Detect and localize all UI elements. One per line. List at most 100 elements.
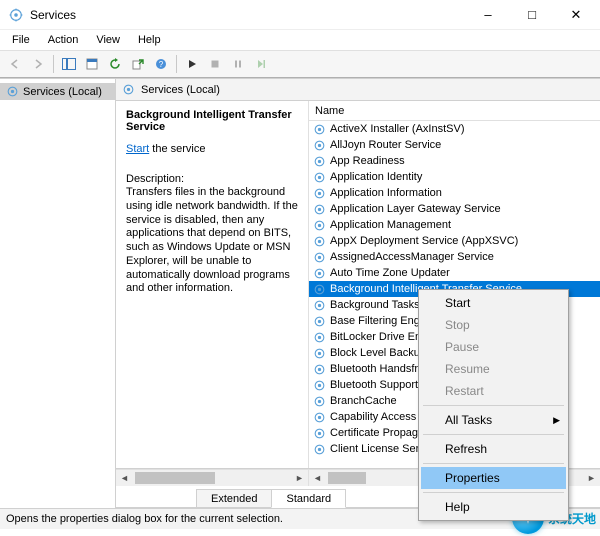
scroll-left-icon[interactable]: ◄ bbox=[309, 470, 326, 486]
context-menu-separator bbox=[423, 434, 564, 435]
gear-icon bbox=[313, 267, 326, 280]
context-menu-item[interactable]: Help bbox=[421, 496, 566, 518]
context-menu-separator bbox=[423, 405, 564, 406]
properties-icon bbox=[86, 58, 98, 70]
service-name: ActiveX Installer (AxInstSV) bbox=[330, 123, 465, 135]
context-menu-item: Restart bbox=[421, 380, 566, 402]
gear-icon bbox=[313, 347, 326, 360]
service-name: AllJoyn Router Service bbox=[330, 139, 441, 151]
column-header-name[interactable]: Name bbox=[309, 101, 600, 121]
restart-service-button[interactable] bbox=[250, 53, 272, 75]
context-menu-item: Stop bbox=[421, 314, 566, 336]
service-name: Application Management bbox=[330, 219, 451, 231]
stop-service-button[interactable] bbox=[204, 53, 226, 75]
context-menu-item[interactable]: Properties bbox=[421, 467, 566, 489]
menu-view[interactable]: View bbox=[88, 32, 128, 48]
start-service-button[interactable] bbox=[181, 53, 203, 75]
menu-file[interactable]: File bbox=[4, 32, 38, 48]
service-name: App Readiness bbox=[330, 155, 405, 167]
context-menu-item[interactable]: All Tasks▶ bbox=[421, 409, 566, 431]
gear-icon bbox=[313, 219, 326, 232]
context-menu-item[interactable]: Refresh bbox=[421, 438, 566, 460]
gear-icon bbox=[313, 379, 326, 392]
menu-action[interactable]: Action bbox=[40, 32, 87, 48]
refresh-button[interactable] bbox=[104, 53, 126, 75]
service-row[interactable]: Application Management bbox=[309, 217, 600, 233]
scroll-right-icon[interactable]: ► bbox=[583, 470, 600, 486]
scroll-track[interactable] bbox=[133, 470, 291, 486]
show-hide-tree-button[interactable] bbox=[58, 53, 80, 75]
menu-help[interactable]: Help bbox=[130, 32, 169, 48]
gear-icon bbox=[122, 83, 135, 96]
service-row[interactable]: AllJoyn Router Service bbox=[309, 137, 600, 153]
description-body: Transfers files in the background using … bbox=[126, 186, 300, 296]
nav-forward-button[interactable] bbox=[27, 53, 49, 75]
service-row[interactable]: App Readiness bbox=[309, 153, 600, 169]
toolbar: ? bbox=[0, 50, 600, 78]
svg-text:?: ? bbox=[159, 60, 164, 69]
scroll-left-icon[interactable]: ◄ bbox=[116, 470, 133, 486]
gear-icon bbox=[313, 187, 326, 200]
close-button[interactable]: ✕ bbox=[554, 0, 598, 30]
service-name: AssignedAccessManager Service bbox=[330, 251, 494, 263]
service-row[interactable]: AssignedAccessManager Service bbox=[309, 249, 600, 265]
minimize-button[interactable]: – bbox=[466, 0, 510, 30]
pause-service-button[interactable] bbox=[227, 53, 249, 75]
context-menu-item: Pause bbox=[421, 336, 566, 358]
statusbar-text: Opens the properties dialog box for the … bbox=[6, 513, 283, 525]
selected-service-name: Background Intelligent Transfer Service bbox=[126, 109, 300, 133]
maximize-button[interactable]: □ bbox=[510, 0, 554, 30]
gear-icon bbox=[313, 203, 326, 216]
chevron-right-icon: ▶ bbox=[553, 415, 560, 426]
service-row[interactable]: Application Information bbox=[309, 185, 600, 201]
stop-icon bbox=[210, 59, 220, 69]
refresh-icon bbox=[109, 58, 121, 70]
service-row[interactable]: Application Identity bbox=[309, 169, 600, 185]
desc-hscroll[interactable]: ◄ ► bbox=[116, 469, 308, 486]
arrow-left-icon bbox=[9, 58, 21, 70]
tree-node-label: Services (Local) bbox=[23, 86, 102, 98]
pause-icon bbox=[233, 59, 243, 69]
gear-icon bbox=[313, 283, 326, 296]
menubar: File Action View Help bbox=[0, 30, 600, 50]
gear-icon bbox=[313, 331, 326, 344]
nav-back-button[interactable] bbox=[4, 53, 26, 75]
scroll-thumb[interactable] bbox=[328, 472, 366, 484]
tab-extended[interactable]: Extended bbox=[196, 489, 272, 507]
service-row[interactable]: Application Layer Gateway Service bbox=[309, 201, 600, 217]
service-row[interactable]: AppX Deployment Service (AppXSVC) bbox=[309, 233, 600, 249]
results-header-title: Services (Local) bbox=[141, 84, 220, 96]
gear-icon bbox=[313, 299, 326, 312]
window-title: Services bbox=[30, 8, 76, 22]
properties-button[interactable] bbox=[81, 53, 103, 75]
context-menu-separator bbox=[423, 492, 564, 493]
gear-icon bbox=[313, 363, 326, 376]
export-icon bbox=[132, 58, 144, 70]
scroll-right-icon[interactable]: ► bbox=[291, 470, 308, 486]
description-label: Description: bbox=[126, 173, 300, 185]
context-menu-item[interactable]: Start bbox=[421, 292, 566, 314]
console-tree[interactable]: Services (Local) bbox=[0, 79, 116, 508]
description-panel: Background Intelligent Transfer Service … bbox=[116, 101, 308, 468]
context-menu[interactable]: StartStopPauseResumeRestart All Tasks▶ Ref… bbox=[418, 289, 569, 521]
service-row[interactable]: ActiveX Installer (AxInstSV) bbox=[309, 121, 600, 137]
service-name: BranchCache bbox=[330, 395, 397, 407]
gear-icon bbox=[313, 395, 326, 408]
gear-icon bbox=[313, 139, 326, 152]
gear-icon bbox=[313, 411, 326, 424]
arrow-right-icon bbox=[32, 58, 44, 70]
export-button[interactable] bbox=[127, 53, 149, 75]
help-button[interactable]: ? bbox=[150, 53, 172, 75]
scroll-thumb[interactable] bbox=[135, 472, 215, 484]
titlebar: Services – □ ✕ bbox=[0, 0, 600, 30]
start-service-link[interactable]: Start bbox=[126, 143, 149, 155]
service-row[interactable]: Auto Time Zone Updater bbox=[309, 265, 600, 281]
start-service-line: Start the service bbox=[126, 143, 300, 155]
tab-standard[interactable]: Standard bbox=[271, 489, 346, 508]
service-name: Application Layer Gateway Service bbox=[330, 203, 501, 215]
gear-icon bbox=[313, 235, 326, 248]
gear-icon bbox=[313, 171, 326, 184]
gear-icon bbox=[313, 123, 326, 136]
tree-node-services-local[interactable]: Services (Local) bbox=[0, 83, 115, 100]
context-menu-item: Resume bbox=[421, 358, 566, 380]
